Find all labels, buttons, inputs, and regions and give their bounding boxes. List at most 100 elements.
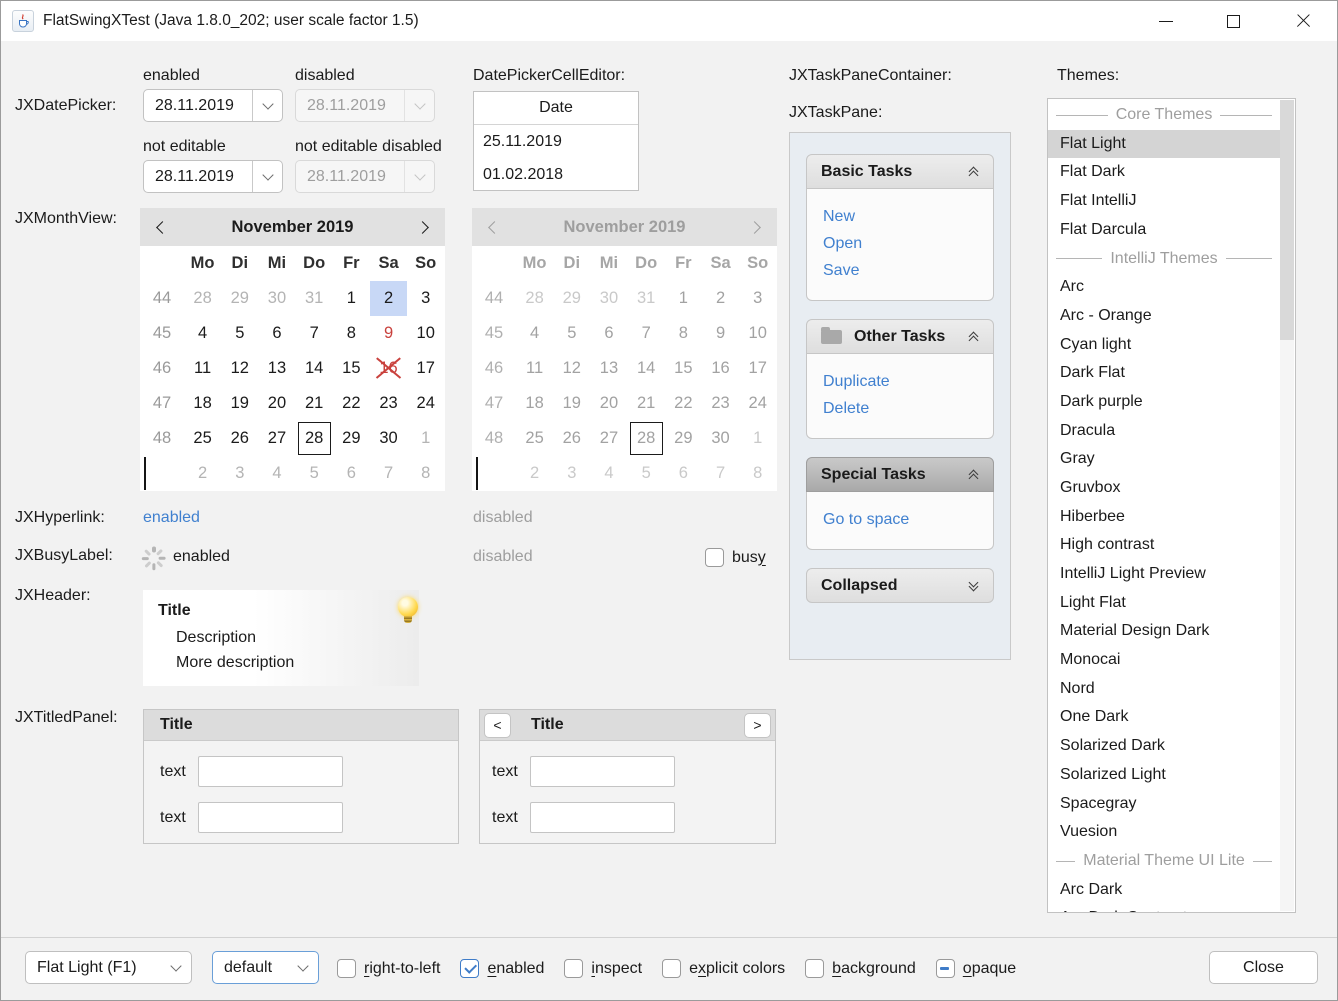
calendar-day[interactable]: 2 [184, 456, 221, 491]
close-window-button[interactable] [1280, 1, 1326, 41]
checkbox-busy[interactable]: busy [705, 548, 766, 567]
calendar-day[interactable]: 5 [296, 456, 333, 491]
theme-item[interactable]: Flat Light [1048, 130, 1280, 159]
theme-item[interactable]: One Dark [1048, 703, 1280, 732]
theme-item[interactable]: Dark purple [1048, 388, 1280, 417]
theme-item[interactable]: Spacegray [1048, 790, 1280, 819]
taskpane-header[interactable]: Basic Tasks [806, 154, 994, 189]
table-row[interactable]: 25.11.2019 [474, 125, 638, 158]
theme-item[interactable]: Arc Dark [1048, 876, 1280, 905]
table-row[interactable]: 01.02.2018 [474, 158, 638, 191]
calendar-day[interactable]: 24 [407, 386, 444, 421]
theme-item[interactable]: Solarized Dark [1048, 732, 1280, 761]
task-link[interactable]: Duplicate [823, 368, 977, 395]
calendar-day[interactable]: 7 [370, 456, 407, 491]
theme-item[interactable]: Flat IntelliJ [1048, 187, 1280, 216]
calendar-day[interactable]: 28 [184, 281, 221, 316]
theme-item[interactable]: Vuesion [1048, 818, 1280, 847]
theme-item[interactable]: Hiberbee [1048, 503, 1280, 532]
theme-combobox[interactable]: Flat Light (F1) [25, 951, 192, 984]
calendar-day[interactable]: 14 [296, 351, 333, 386]
checkbox-explicit-colors[interactable]: explicit colors [662, 959, 785, 978]
close-button[interactable]: Close [1209, 951, 1318, 984]
calendar-day[interactable]: 19 [221, 386, 258, 421]
checkbox-inspect[interactable]: inspect [564, 959, 642, 978]
datepicker-enabled[interactable]: 28.11.2019 [143, 89, 283, 122]
calendar-day[interactable]: 1 [333, 281, 370, 316]
datepicker-not-editable[interactable]: 28.11.2019 [143, 160, 283, 193]
calendar-day[interactable]: 5 [221, 316, 258, 351]
calendar-day[interactable]: 11 [184, 351, 221, 386]
calendar-day[interactable]: 7 [296, 316, 333, 351]
text-field[interactable] [530, 802, 675, 833]
calendar-day[interactable]: 6 [333, 456, 370, 491]
calendar-day[interactable]: 12 [221, 351, 258, 386]
calendar-day[interactable]: 15 [333, 351, 370, 386]
theme-item[interactable]: Solarized Light [1048, 761, 1280, 790]
theme-item[interactable]: IntelliJ Light Preview [1048, 560, 1280, 589]
checkbox-background[interactable]: background [805, 959, 916, 978]
font-size-combobox[interactable]: default [212, 951, 319, 984]
next-button[interactable]: > [744, 713, 771, 738]
theme-item[interactable]: Monocai [1048, 646, 1280, 675]
calendar-day[interactable]: 30 [370, 421, 407, 456]
hyperlink-enabled[interactable]: enabled [143, 509, 200, 527]
calendar-day[interactable]: 10 [407, 316, 444, 351]
calendar-day[interactable]: 4 [184, 316, 221, 351]
checkbox-right-to-left[interactable]: right-to-left [337, 959, 440, 978]
theme-item[interactable]: Dark Flat [1048, 359, 1280, 388]
calendar-day[interactable]: 26 [221, 421, 258, 456]
maximize-button[interactable] [1210, 1, 1256, 41]
calendar-day[interactable]: 8 [333, 316, 370, 351]
theme-item[interactable]: Nord [1048, 675, 1280, 704]
text-field[interactable] [530, 756, 675, 787]
datepicker-value[interactable]: 28.11.2019 [144, 90, 252, 121]
theme-item[interactable]: Flat Dark [1048, 158, 1280, 187]
checkbox-enabled[interactable]: enabled [460, 959, 544, 978]
calendar-day[interactable]: 21 [296, 386, 333, 421]
calendar-day[interactable]: 18 [184, 386, 221, 421]
scrollbar[interactable] [1280, 100, 1294, 911]
calendar-day[interactable]: 8 [407, 456, 444, 491]
theme-item[interactable]: Arc [1048, 273, 1280, 302]
calendar-day[interactable]: 3 [221, 456, 258, 491]
calendar-day[interactable]: 3 [407, 281, 444, 316]
calendar-day[interactable]: 29 [333, 421, 370, 456]
task-link[interactable]: Go to space [823, 506, 977, 533]
calendar-day[interactable]: 13 [258, 351, 295, 386]
taskpane-header[interactable]: Special Tasks [806, 457, 994, 492]
calendar-day[interactable]: 4 [258, 456, 295, 491]
themes-list[interactable]: Core ThemesFlat LightFlat DarkFlat Intel… [1047, 98, 1296, 913]
datepicker-dropdown-button[interactable] [253, 90, 282, 121]
theme-item[interactable]: High contrast [1048, 531, 1280, 560]
calendar-day[interactable]: 2 [370, 281, 407, 316]
next-month-icon[interactable] [416, 221, 429, 234]
task-link[interactable]: Delete [823, 395, 977, 422]
theme-item[interactable]: Flat Darcula [1048, 216, 1280, 245]
taskpane-header[interactable]: Other Tasks [806, 319, 994, 354]
calendar-day[interactable]: 1 [407, 421, 444, 456]
calendar-day[interactable]: 9 [370, 316, 407, 351]
scrollbar-thumb[interactable] [1280, 100, 1294, 340]
theme-item[interactable]: Dracula [1048, 417, 1280, 446]
calendar-day[interactable]: 28 [296, 421, 333, 456]
calendar-day[interactable]: 22 [333, 386, 370, 421]
prev-button[interactable]: < [484, 713, 511, 738]
task-link[interactable]: New [823, 203, 977, 230]
theme-item[interactable]: Gruvbox [1048, 474, 1280, 503]
datepicker-value[interactable]: 28.11.2019 [144, 161, 252, 192]
calendar-day[interactable]: 20 [258, 386, 295, 421]
theme-item[interactable]: Arc - Orange [1048, 302, 1280, 331]
date-table-header[interactable]: Date [474, 92, 638, 125]
calendar-day[interactable]: 27 [258, 421, 295, 456]
calendar-day[interactable]: 30 [258, 281, 295, 316]
theme-item[interactable]: Cyan light [1048, 331, 1280, 360]
text-field[interactable] [198, 802, 343, 833]
theme-item[interactable]: Material Design Dark [1048, 617, 1280, 646]
task-link[interactable]: Save [823, 257, 977, 284]
checkbox-opaque[interactable]: opaque [936, 959, 1016, 978]
task-link[interactable]: Open [823, 230, 977, 257]
theme-item[interactable]: Gray [1048, 445, 1280, 474]
calendar-day[interactable]: 31 [296, 281, 333, 316]
minimize-button[interactable] [1143, 1, 1189, 41]
